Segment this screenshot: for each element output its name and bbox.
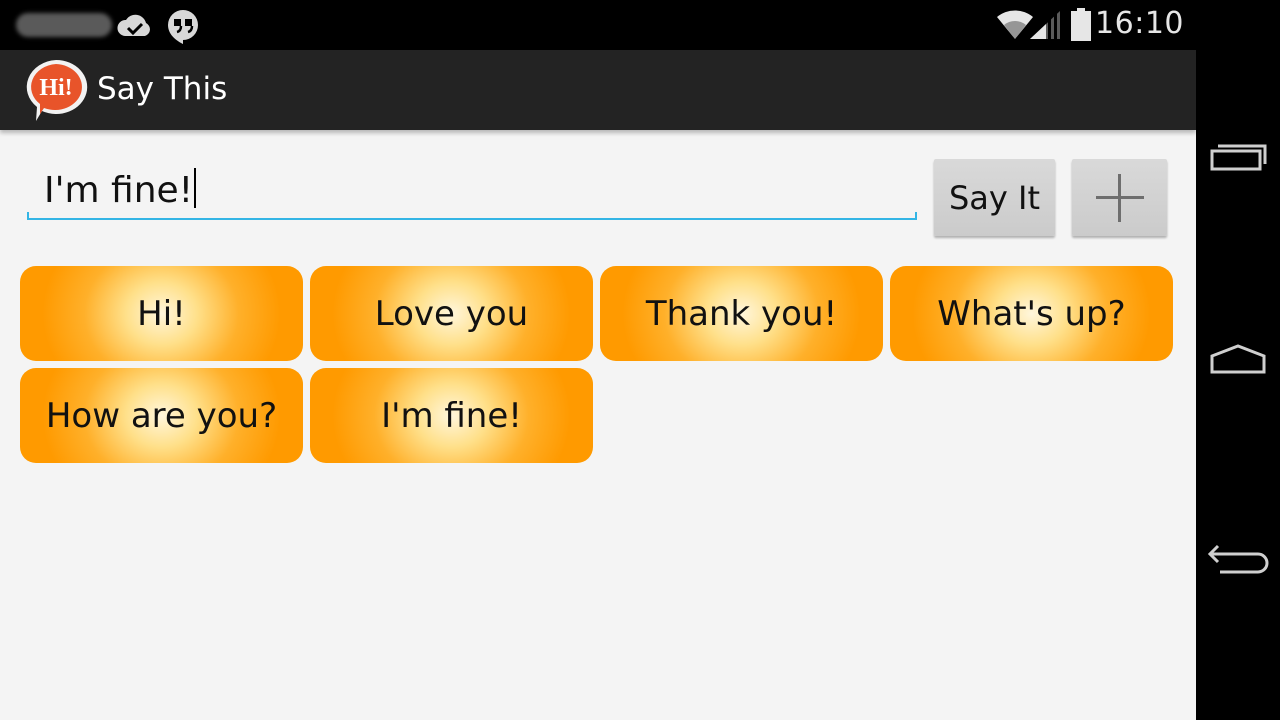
text-cursor <box>194 168 197 208</box>
back-button[interactable] <box>1206 528 1270 588</box>
signal-icon <box>1030 11 1060 39</box>
phrase-input-value: I'm fine! <box>44 168 197 211</box>
device-screen: 16:10 Hi! Say This I'm fine! Say It Hi! <box>0 0 1280 720</box>
add-phrase-button[interactable] <box>1072 159 1167 236</box>
phrase-button-how-are-you[interactable]: How are you? <box>20 368 303 463</box>
phrase-button-whats-up[interactable]: What's up? <box>890 266 1173 361</box>
phrase-button-thank-you[interactable]: Thank you! <box>600 266 883 361</box>
system-nav-bar <box>1196 0 1280 720</box>
app-area: 16:10 Hi! Say This I'm fine! Say It Hi! <box>0 0 1196 720</box>
phrase-input-text: I'm fine! <box>44 170 194 211</box>
status-bar: 16:10 <box>0 0 1196 50</box>
recent-apps-icon <box>1210 144 1267 171</box>
input-underline <box>27 212 917 220</box>
app-title: Say This <box>97 71 228 107</box>
phrase-input[interactable]: I'm fine! <box>27 158 917 220</box>
battery-icon <box>1071 8 1091 41</box>
cloud-check-icon <box>117 14 150 36</box>
home-button[interactable] <box>1206 330 1270 390</box>
phrase-button-love-you[interactable]: Love you <box>310 266 593 361</box>
app-logo-text: Hi! <box>39 75 72 101</box>
phrase-button-hi[interactable]: Hi! <box>20 266 303 361</box>
say-it-button[interactable]: Say It <box>934 159 1055 236</box>
hangouts-icon <box>168 10 198 44</box>
plus-icon <box>1095 173 1144 222</box>
clock: 16:10 <box>1095 6 1184 41</box>
phrase-button-im-fine[interactable]: I'm fine! <box>310 368 593 463</box>
blurred-notification-text <box>16 13 112 37</box>
recent-apps-button[interactable] <box>1206 130 1270 190</box>
home-icon <box>1210 344 1266 374</box>
app-logo[interactable]: Hi! <box>22 57 90 123</box>
phrase-grid: Hi! Love you Thank you! What's up? How a… <box>20 266 1180 466</box>
action-bar: Hi! Say This <box>0 50 1196 130</box>
back-icon <box>1207 544 1269 574</box>
